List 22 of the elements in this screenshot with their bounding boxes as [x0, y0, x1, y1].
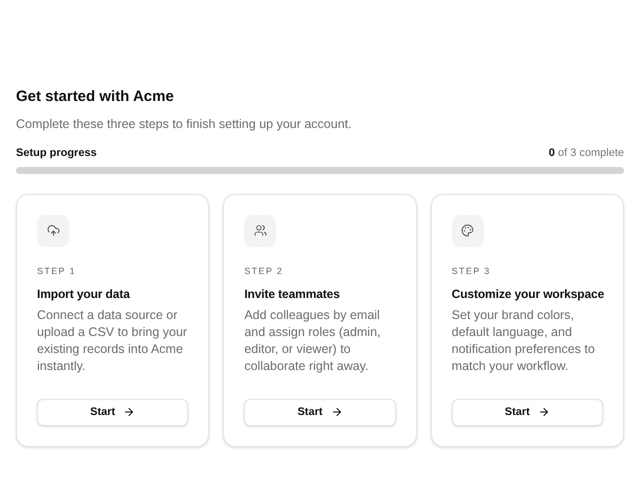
- step-description: Add colleagues by email and assign roles (admin, editor, or viewer) to collaborate right away.: [244, 307, 382, 375]
- progress-count: 0 of 3 complete: [548, 146, 624, 161]
- step-number: STEP 2: [244, 264, 284, 278]
- page-subtitle: Complete these three steps to finish setting up your account.: [16, 116, 352, 132]
- arrow-right-icon: [123, 406, 136, 418]
- page-title: Get started with Acme: [16, 87, 174, 107]
- arrow-right-icon: [538, 406, 550, 418]
- step-description: Connect a data source or upload a CSV to bring your existing records into Acme instantly.: [37, 307, 188, 375]
- users-icon: [244, 214, 276, 246]
- arrow-right-icon: [330, 406, 343, 418]
- start-button[interactable]: Start: [244, 398, 396, 426]
- step-number: STEP 3: [452, 264, 491, 278]
- step-number: STEP 1: [37, 264, 76, 278]
- step-title: Invite teammates: [244, 286, 341, 302]
- step-title: Customize your workspace: [452, 286, 603, 302]
- cloud-upload-icon: [37, 214, 69, 246]
- step-description: Set your brand colors, default language, and notification preferences to match your workflow.: [452, 307, 596, 375]
- step-title: Import your data: [37, 286, 131, 302]
- palette-icon: [452, 214, 484, 246]
- progress-label: Setup progress: [16, 146, 97, 161]
- start-button[interactable]: Start: [452, 398, 603, 426]
- start-button[interactable]: Start: [37, 398, 188, 426]
